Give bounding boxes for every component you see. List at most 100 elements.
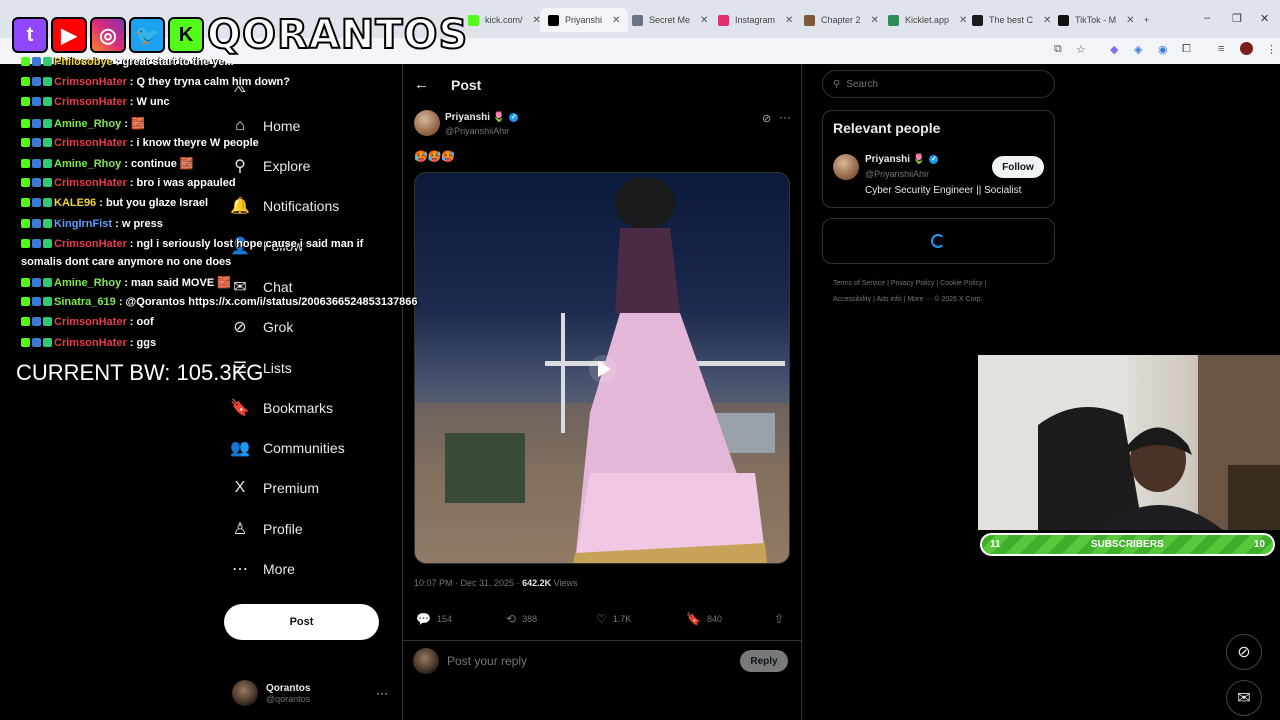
bookmark-icon: 🔖 <box>686 612 701 626</box>
footer-links[interactable]: Terms of Service | Privacy Policy | Cook… <box>833 280 986 287</box>
chat-badge-icon <box>21 97 30 107</box>
account-name: Qorantos <box>266 682 311 694</box>
new-tab-button[interactable]: + <box>1144 8 1149 32</box>
tab-favicon-icon <box>804 14 815 26</box>
share-icon: ⇧ <box>774 612 785 626</box>
menu-kebab-icon[interactable]: ⋮ <box>1266 43 1277 56</box>
chat-badge-icon <box>43 238 52 248</box>
account-switcher[interactable]: Qorantos @qorantos <box>232 680 310 706</box>
sidebar-item-profile[interactable]: ♙ Profile <box>230 515 303 543</box>
extension-icon[interactable]: ◆ <box>1110 43 1118 56</box>
tab-close-icon[interactable]: ✕ <box>785 15 793 26</box>
author-name-row[interactable]: Priyanshi 🌷 ✓ <box>445 112 519 123</box>
extension-icon[interactable]: ◉ <box>1158 43 1168 56</box>
post-button[interactable]: Post <box>224 604 379 640</box>
page-title: Post <box>451 76 482 93</box>
like-button[interactable]: ♡ 1.7K <box>596 612 631 626</box>
chat-separator: : <box>112 56 123 68</box>
sidebar-item-home[interactable]: ⌂ Home <box>230 112 300 140</box>
sidebar-item-more[interactable]: ⋯ More <box>230 555 295 583</box>
share-button[interactable]: ⇧ <box>774 612 790 626</box>
chat-badge-icon <box>21 137 30 147</box>
tab-close-icon[interactable]: ✕ <box>959 15 967 26</box>
chat-badge-icon <box>32 159 41 168</box>
chat-message: CrimsonHater : ngl i seriously lost hope… <box>21 238 363 250</box>
repost-button[interactable]: ⟲ 388 <box>506 612 537 626</box>
browser-tab[interactable]: TikTok - M ✕ <box>1058 8 1135 32</box>
reply-input[interactable]: Post your reply <box>447 654 527 668</box>
chat-badge-icon <box>32 297 41 307</box>
sidebar-item-communities[interactable]: 👥 Communities <box>230 434 345 462</box>
browser-tab[interactable]: Instagram ✕ <box>718 8 793 32</box>
chat-badge-icon <box>43 178 52 188</box>
grok-button[interactable]: ⊘ <box>1226 634 1262 670</box>
chat-username: KALE96 <box>54 197 97 210</box>
chat-username: CrimsonHater <box>54 237 127 250</box>
browser-tab[interactable]: Priyanshi ✕ <box>540 8 629 32</box>
person-avatar[interactable] <box>833 154 859 180</box>
profile-avatar-icon[interactable] <box>1240 42 1253 55</box>
chat-badge-icon <box>21 198 30 208</box>
follow-button[interactable]: Follow <box>992 156 1044 178</box>
footer-links-2[interactable]: Accessibility | Ads info | More ··· © 20… <box>833 296 983 303</box>
browser-tab[interactable]: Kicklet.app ✕ <box>888 8 967 32</box>
back-arrow-icon[interactable]: ← <box>414 76 429 93</box>
sidebar-item-notifications[interactable]: 🔔 Notifications <box>230 192 339 220</box>
chat-username: Sinatra_619 <box>54 296 116 309</box>
youtube-icon: ▶ <box>51 17 87 53</box>
tab-close-icon[interactable]: ✕ <box>871 15 879 26</box>
reply-button[interactable]: Reply <box>740 650 788 672</box>
chat-badge-icon <box>21 238 30 248</box>
account-menu-icon[interactable]: ··· <box>376 686 388 700</box>
chat-username: KingIrnFist <box>54 217 113 230</box>
sidebar-item-label: Communities <box>263 440 345 456</box>
grok-explain-icon[interactable]: ⊘ <box>762 112 771 125</box>
browser-tab[interactable]: The best C ✕ <box>972 8 1051 32</box>
chat-username: CrimsonHater <box>54 136 127 149</box>
bookmark-star-icon[interactable]: ☆ <box>1076 43 1086 56</box>
reply-count-button[interactable]: 💬 154 <box>416 612 452 626</box>
author-handle[interactable]: @PriyanshiiAhir <box>445 126 509 136</box>
post-more-icon[interactable]: ··· <box>779 110 791 124</box>
tab-search-icon[interactable]: ≡ <box>1218 43 1224 55</box>
sidebar-item-bookmarks[interactable]: 🔖 Bookmarks <box>230 394 333 422</box>
chat-badge-icon <box>43 77 52 87</box>
tab-close-icon[interactable]: ✕ <box>1126 15 1134 26</box>
tab-close-icon[interactable]: ✕ <box>700 15 708 26</box>
chat-text: W unc <box>136 96 170 109</box>
views-count: 642.2K <box>522 578 552 588</box>
chat-separator: : <box>115 296 126 309</box>
tab-close-icon[interactable]: ✕ <box>1043 15 1051 26</box>
install-icon[interactable]: ⧉ <box>1054 43 1062 56</box>
twitch-icon: t <box>12 17 48 53</box>
tab-label: TikTok - M <box>1075 15 1117 25</box>
minimize-button[interactable]: – <box>1204 12 1210 24</box>
chat-text: w press <box>121 217 163 230</box>
chat-separator: : <box>96 197 106 210</box>
tab-label: Kicklet.app <box>905 15 950 25</box>
close-window-button[interactable]: ✕ <box>1260 12 1269 25</box>
chat-text: 🧱 <box>131 117 145 130</box>
chat-text: Q they tryna calm him down? <box>136 76 290 89</box>
person-name-row[interactable]: Priyanshi 🌷 ✓ <box>865 154 939 165</box>
account-handle: @qorantos <box>266 693 311 704</box>
chat-separator: : <box>126 237 137 250</box>
chat-badge-icon <box>43 218 52 228</box>
sidebar-item-explore[interactable]: ⚲ Explore <box>230 152 310 180</box>
maximize-button[interactable]: ❐ <box>1232 12 1242 25</box>
post-video[interactable] <box>414 172 790 564</box>
search-input[interactable]: ⚲ Search <box>822 70 1055 98</box>
tab-close-icon[interactable]: ✕ <box>612 15 620 26</box>
bookmark-button[interactable]: 🔖 840 <box>686 612 722 626</box>
browser-tab[interactable]: kick.com/✕ <box>468 8 541 32</box>
extension-icon[interactable]: ◈ <box>1134 43 1142 56</box>
chat-icon: ✉ <box>233 279 247 296</box>
browser-tab[interactable]: Chapter 2 ✕ <box>804 8 879 32</box>
chat-badge-icon <box>21 77 30 87</box>
author-avatar[interactable] <box>414 110 440 136</box>
browser-tab[interactable]: Secret Me ✕ <box>632 8 708 32</box>
sidebar-item-grok[interactable]: ⊘ Grok <box>230 313 293 341</box>
extensions-puzzle-icon[interactable]: ⧠ <box>1182 43 1191 56</box>
messages-button[interactable]: ✉ <box>1226 680 1262 716</box>
sidebar-item-premium[interactable]: X Premium <box>230 474 319 502</box>
